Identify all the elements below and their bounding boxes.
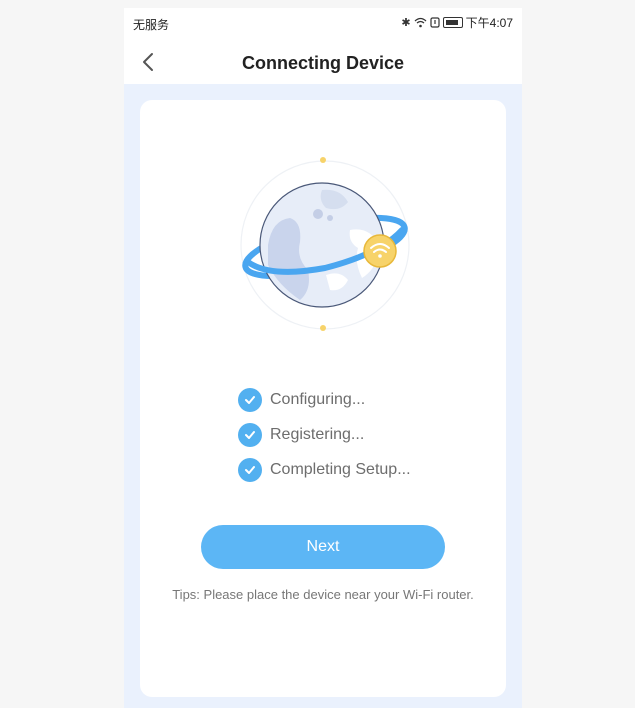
page-title: Connecting Device <box>241 53 405 73</box>
orbit-dot-top <box>320 157 326 163</box>
status-time: 下午4:07 <box>465 16 513 30</box>
next-button[interactable]: Next <box>201 525 445 569</box>
globe-graphic <box>240 157 410 331</box>
phone-screen: 无服务 ✱ 下午4:07 Connecting Device Configuri… <box>124 8 522 708</box>
wifi-icon <box>414 17 427 28</box>
wifi-badge-icon <box>363 234 397 268</box>
connection-card: Configuring... Registering... Completing… <box>140 100 506 697</box>
carrier-text: 无服务 <box>133 18 170 32</box>
bluetooth-icon: ✱ <box>401 17 411 29</box>
step-item: Completing Setup... <box>238 452 411 487</box>
alarm-icon <box>430 17 440 28</box>
progress-steps: Configuring... Registering... Completing… <box>238 382 411 487</box>
step-item: Configuring... <box>238 382 411 417</box>
step-label: Configuring... <box>270 390 366 408</box>
step-label: Completing Setup... <box>270 460 411 478</box>
status-bar: 无服务 ✱ 下午4:07 <box>124 8 522 40</box>
step-label: Registering... <box>270 425 365 443</box>
header: Connecting Device <box>124 40 522 84</box>
battery-icon <box>442 17 463 28</box>
globe-illustration <box>230 150 420 340</box>
check-icon <box>238 387 262 412</box>
check-icon <box>238 457 262 482</box>
orbit-dot-bottom <box>320 325 326 331</box>
check-icon <box>238 422 262 447</box>
step-item: Registering... <box>238 417 411 452</box>
status-icons: ✱ 下午4:07 <box>401 14 513 31</box>
tips-text: Tips: Please place the device near your … <box>172 587 474 602</box>
